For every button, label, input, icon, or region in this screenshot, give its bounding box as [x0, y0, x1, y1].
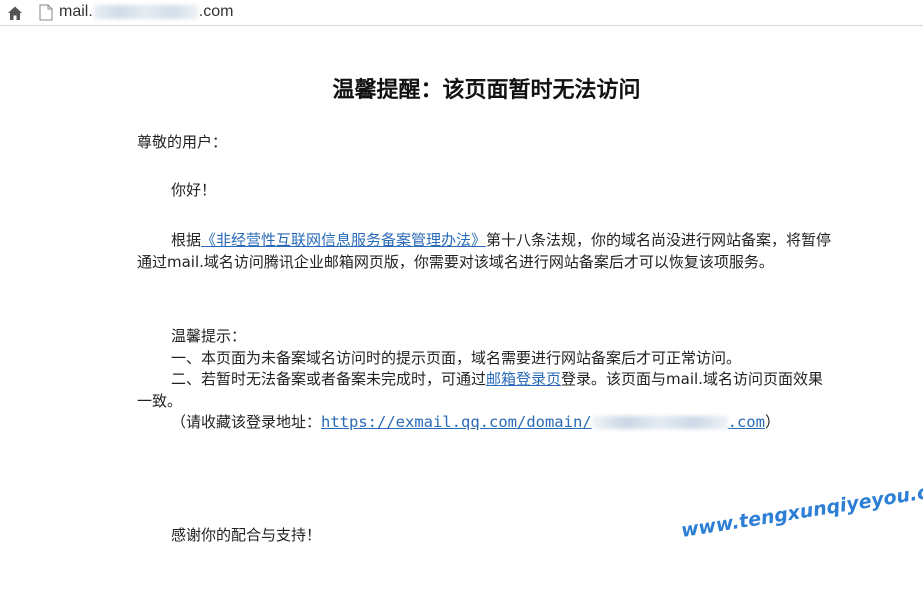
bookmark-prefix: （请收藏该登录地址： — [171, 413, 322, 431]
page-title: 温馨提醒：该页面暂时无法访问 — [332, 78, 641, 103]
notice-lead: 根据 — [171, 231, 202, 249]
url-prefix: mail. — [59, 3, 93, 20]
notice-paragraph: 根据《非经营性互联网信息服务备案管理办法》第十八条法规，你的域名尚没进行网站备案… — [137, 230, 837, 273]
address-bar: mail. .com — [0, 0, 923, 26]
regulation-link[interactable]: 《非经营性互联网信息服务备案管理办法》 — [201, 231, 486, 249]
tips-section: 温馨提示： 一、本页面为未备案域名访问时的提示页面，域名需要进行网站备案后才可正… — [137, 326, 837, 434]
greeting: 你好！ — [171, 181, 217, 199]
notice-text: 根据《非经营性互联网信息服务备案管理办法》第十八条法规，你的域名尚没进行网站备案… — [137, 230, 837, 273]
url-redacted — [93, 4, 198, 19]
tips-heading: 温馨提示： — [171, 327, 247, 345]
tip-2-lead: 二、若暂时无法备案或者备案未完成时，可通过 — [171, 370, 487, 388]
login-url-redacted — [591, 416, 728, 429]
salutation: 尊敬的用户： — [137, 133, 228, 151]
tip-1: 一、本页面为未备案域名访问时的提示页面，域名需要进行网站备案后才可正常访问。 — [171, 348, 742, 367]
url-suffix: .com — [198, 3, 234, 20]
page-icon — [39, 4, 53, 21]
home-icon[interactable] — [6, 4, 24, 22]
bookmark-line: （请收藏该登录地址：https://exmail.qq.com/domain/.… — [137, 412, 837, 434]
tip-2: 二、若暂时无法备案或者备案未完成时，可通过邮箱登录页登录。该页面与mail.域名… — [137, 369, 837, 412]
url-field[interactable]: mail. .com — [59, 2, 233, 22]
bookmark-suffix: ） — [764, 413, 780, 431]
login-url-link[interactable]: https://exmail.qq.com/domain/ .com — [321, 413, 765, 431]
mail-login-link[interactable]: 邮箱登录页 — [486, 370, 561, 388]
login-url-prefix: https://exmail.qq.com/domain/ — [321, 413, 592, 431]
login-url-suffix: .com — [727, 413, 765, 431]
